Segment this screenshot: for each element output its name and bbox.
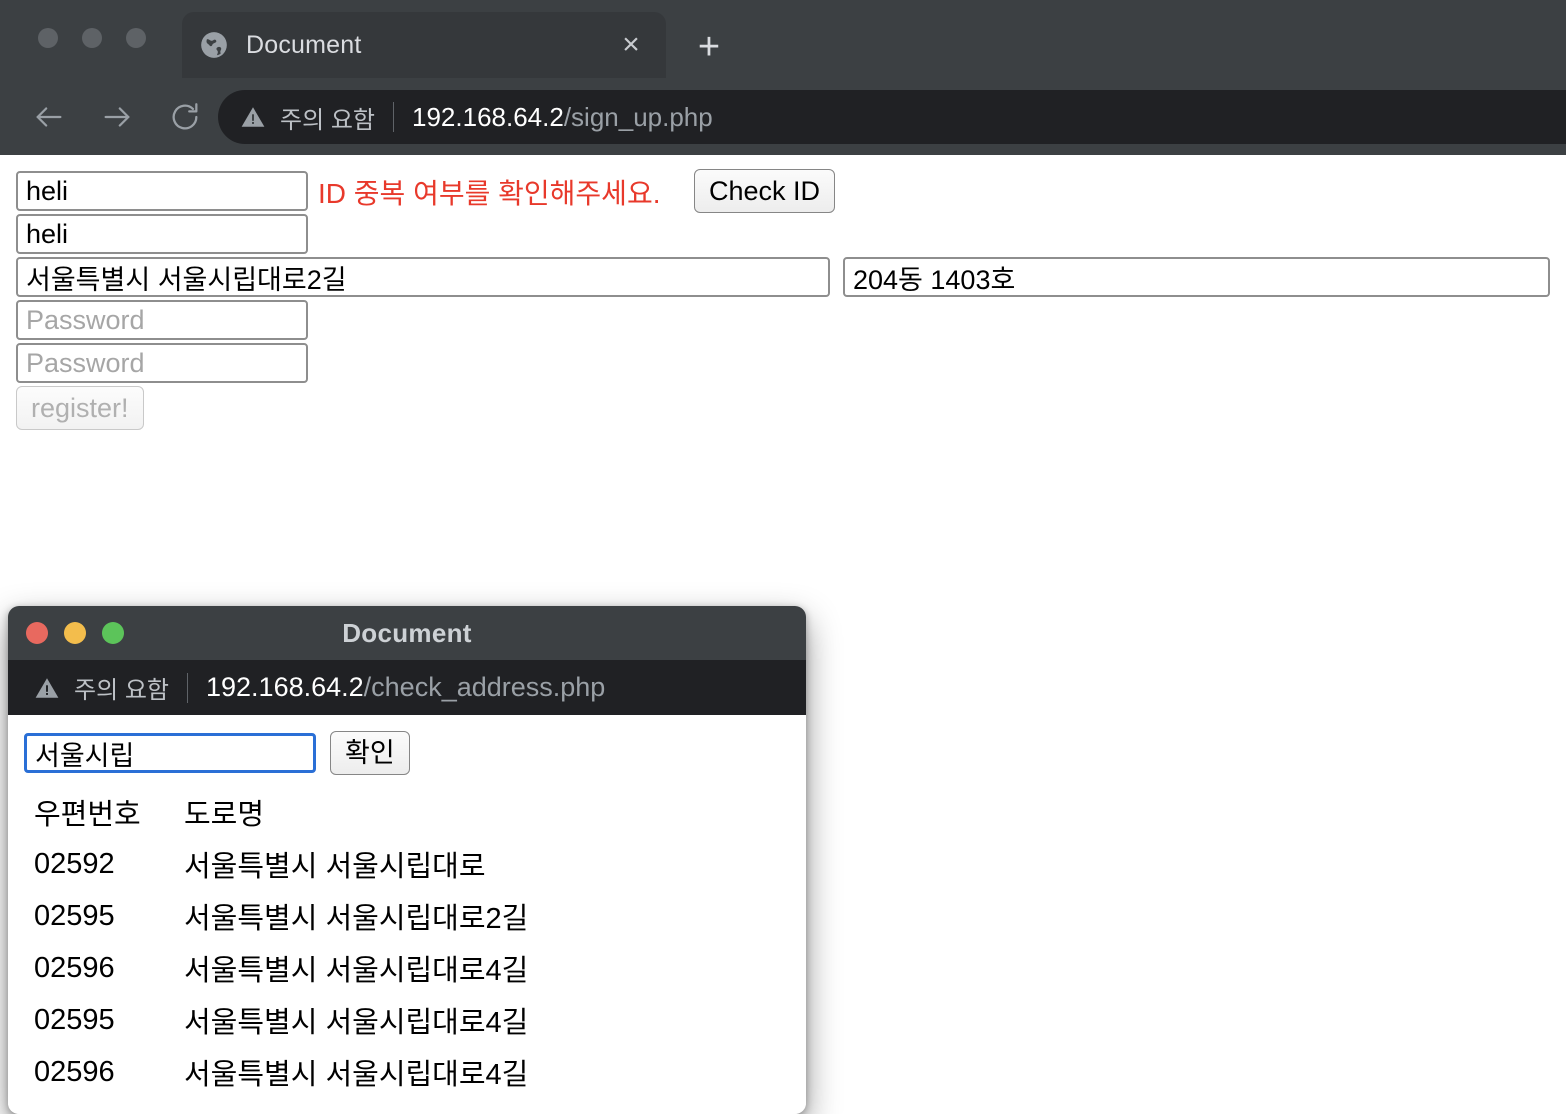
url-path: /sign_up.php	[563, 101, 713, 132]
cell-road-name: 서울특별시 서울시립대로	[184, 851, 486, 883]
table-row[interactable]: 02596 서울특별시 서울시립대로4길	[8, 1046, 806, 1098]
register-button[interactable]: register!	[16, 386, 144, 430]
address-input[interactable]	[16, 257, 830, 297]
close-tab-button[interactable]: ×	[614, 28, 648, 62]
popup-titlebar: Document	[8, 606, 806, 660]
warning-triangle-icon	[241, 107, 265, 127]
name-input[interactable]	[16, 214, 308, 254]
column-header-postal-code: 우편번호	[34, 799, 141, 831]
cell-road-name: 서울특별시 서울시립대로4길	[184, 955, 529, 987]
popup-minimize-button[interactable]	[64, 622, 86, 644]
cell-road-name: 서울특별시 서울시립대로4길	[184, 1059, 529, 1091]
window-traffic-lights[interactable]	[38, 28, 146, 48]
cell-road-name: 서울특별시 서울시립대로2길	[184, 903, 529, 935]
globe-icon	[201, 32, 227, 58]
check-address-popup-window: Document 주의 요함 192.168.64.2 /check_addre…	[8, 606, 806, 1114]
warning-triangle-icon	[35, 677, 59, 698]
forward-button[interactable]	[90, 90, 144, 144]
tab-document[interactable]: Document ×	[182, 12, 666, 78]
minimize-window-button[interactable]	[82, 28, 102, 48]
cell-postal-code: 02595	[34, 1003, 115, 1036]
check-id-button[interactable]: Check ID	[694, 169, 836, 213]
url-host: 192.168.64.2	[412, 101, 564, 132]
address-search-input[interactable]	[24, 733, 316, 773]
id-input[interactable]	[16, 171, 308, 211]
popup-body: 확인 우편번호 도로명 02592 서울특별시 서울시립대로 02595 서	[8, 715, 806, 1114]
popup-zoom-button[interactable]	[102, 622, 124, 644]
table-row[interactable]: 02592 서울특별시 서울시립대로	[8, 838, 806, 890]
table-row[interactable]: 02596 서울특별시 서울시립대로4길	[8, 942, 806, 994]
reload-icon	[172, 102, 198, 129]
address-bar[interactable]: 주의 요함 192.168.64.2 /sign_up.php	[218, 90, 1566, 144]
address-detail-input[interactable]	[843, 257, 1550, 297]
popup-url-path: /check_address.php	[363, 672, 606, 702]
address-results-table: 우편번호 도로명 02592 서울특별시 서울시립대로 02595 서울특별시 …	[8, 786, 806, 1098]
back-arrow-icon	[36, 106, 62, 127]
popup-title: Document	[342, 617, 472, 648]
omnibox-separator	[393, 102, 394, 132]
browser-chrome: Document × + 주의 요함 192.168.64.2 /sign_up…	[0, 0, 1566, 155]
table-row[interactable]: 02595 서울특별시 서울시립대로2길	[8, 890, 806, 942]
zoom-window-button[interactable]	[126, 28, 146, 48]
signup-page: ID 중복 여부를 확인해주세요. Check ID register! Doc…	[0, 155, 1566, 1114]
popup-close-button[interactable]	[26, 622, 48, 644]
password-input[interactable]	[16, 300, 308, 340]
reload-button[interactable]	[158, 90, 212, 144]
popup-address-bar[interactable]: 주의 요함 192.168.64.2 /check_address.php	[8, 660, 806, 715]
back-button[interactable]	[22, 90, 76, 144]
popup-traffic-lights[interactable]	[26, 622, 124, 644]
table-header-row: 우편번호 도로명	[8, 786, 806, 838]
password-confirm-input[interactable]	[16, 343, 308, 383]
security-status-text: 주의 요함	[280, 106, 375, 134]
column-header-road-name: 도로명	[184, 799, 265, 831]
cell-road-name: 서울특별시 서울시립대로4길	[184, 1007, 529, 1039]
cell-postal-code: 02596	[34, 951, 115, 984]
table-row[interactable]: 02595 서울특별시 서울시립대로4길	[8, 994, 806, 1046]
duplicate-check-message: ID 중복 여부를 확인해주세요.	[318, 178, 661, 209]
tab-strip: Document × +	[0, 0, 1566, 78]
popup-security-status-text: 주의 요함	[74, 677, 169, 704]
popup-omnibox-separator	[187, 672, 188, 703]
cell-postal-code: 02596	[34, 1055, 115, 1088]
new-tab-button[interactable]: +	[686, 24, 732, 70]
cell-postal-code: 02592	[34, 847, 115, 880]
cell-postal-code: 02595	[34, 899, 115, 932]
forward-arrow-icon	[104, 106, 130, 127]
popup-url-host: 192.168.64.2	[206, 672, 364, 702]
address-search-button[interactable]: 확인	[330, 731, 410, 775]
address-results-body: 02592 서울특별시 서울시립대로 02595 서울특별시 서울시립대로2길 …	[8, 838, 806, 1098]
close-window-button[interactable]	[38, 28, 58, 48]
tab-title: Document	[246, 30, 362, 59]
